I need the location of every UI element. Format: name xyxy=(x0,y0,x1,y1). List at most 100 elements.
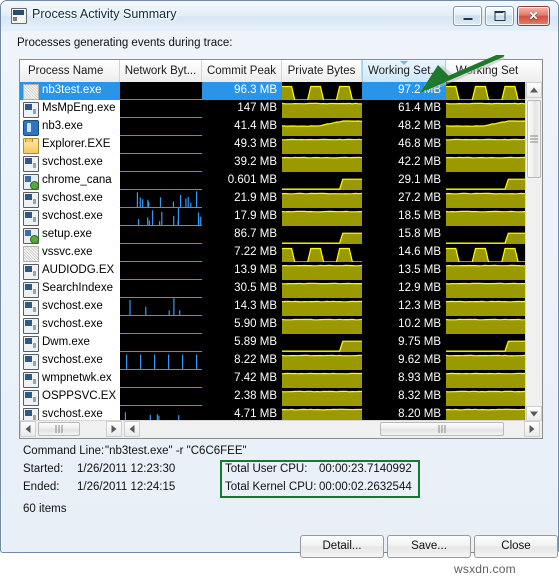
table-row[interactable]: nb3.exe41.4 MB48.2 MB xyxy=(20,118,528,136)
column-header-working-set-sorted[interactable]: Working Set... xyxy=(362,60,446,82)
commit-peak-value: 30.5 MB xyxy=(234,282,277,294)
cell-working-set-chart xyxy=(446,136,528,154)
process-name-text: Dwm.exe xyxy=(42,336,90,348)
column-header-process-name[interactable]: Process Name xyxy=(20,60,120,82)
cell-working-set-value: 42.2 MB xyxy=(362,154,446,172)
cell-private-bytes-chart xyxy=(282,262,362,280)
table-row[interactable]: wmpnetwk.ex7.42 MB8.93 MB xyxy=(20,370,528,388)
working-set-value: 48.2 MB xyxy=(398,120,441,132)
cell-commit-peak: 21.9 MB xyxy=(202,190,282,208)
table-row[interactable]: svchost.exe17.9 MB18.5 MB xyxy=(20,208,528,226)
table-row[interactable]: SearchIndexe30.5 MB12.9 MB xyxy=(20,280,528,298)
vertical-scrollbar[interactable] xyxy=(525,82,542,422)
cell-process-name: wmpnetwk.ex xyxy=(20,370,120,388)
command-line-value: "nb3test.exe" -r "C6C6FEE" xyxy=(105,445,247,457)
cell-private-bytes-chart xyxy=(282,100,362,118)
scroll-right-button-2[interactable] xyxy=(524,421,540,437)
close-button[interactable]: Close xyxy=(474,535,558,558)
app-icon xyxy=(23,282,39,298)
table-row[interactable]: setup.exe86.7 MB15.8 MB xyxy=(20,226,528,244)
table-row[interactable]: AUDIODG.EX13.9 MB13.5 MB xyxy=(20,262,528,280)
cell-working-set-value: 46.8 MB xyxy=(362,136,446,154)
cell-working-set-value: 61.4 MB xyxy=(362,100,446,118)
cell-working-set-chart xyxy=(446,118,528,136)
ended-label: Ended: xyxy=(23,481,59,493)
cell-commit-peak: 147 MB xyxy=(202,100,282,118)
commit-peak-value: 7.42 MB xyxy=(234,372,277,384)
working-set-value: 46.8 MB xyxy=(398,138,441,150)
chevron-up-icon xyxy=(530,88,538,93)
maximize-button[interactable] xyxy=(485,6,514,26)
chevron-left-icon xyxy=(130,425,135,433)
horizontal-scroll-thumb-2[interactable] xyxy=(380,422,504,436)
table-row[interactable]: svchost.exe21.9 MB27.2 MB xyxy=(20,190,528,208)
commit-peak-value: 41.4 MB xyxy=(234,120,277,132)
process-name-text: setup.exe xyxy=(42,228,92,240)
process-name-text: wmpnetwk.ex xyxy=(42,372,112,384)
horizontal-scrollbar-left[interactable] xyxy=(20,420,124,438)
app-icon xyxy=(11,8,27,24)
cell-working-set-value: 48.2 MB xyxy=(362,118,446,136)
process-name-text: svchost.exe xyxy=(42,210,103,222)
cell-network-bytes-chart xyxy=(120,118,202,136)
cell-private-bytes-chart xyxy=(282,208,362,226)
table-row[interactable]: svchost.exe39.2 MB42.2 MB xyxy=(20,154,528,172)
vertical-scroll-thumb[interactable] xyxy=(527,100,541,178)
cell-process-name: nb3test.exe xyxy=(20,82,120,100)
table-row[interactable]: svchost.exe5.90 MB10.2 MB xyxy=(20,316,528,334)
commit-peak-value: 39.2 MB xyxy=(234,156,277,168)
cell-working-set-chart xyxy=(446,82,528,100)
commit-peak-value: 21.9 MB xyxy=(234,192,277,204)
table-row[interactable]: MsMpEng.exe147 MB61.4 MB xyxy=(20,100,528,118)
total-user-cpu-value: 00:00:23.7140992 xyxy=(319,463,412,475)
cell-private-bytes-chart xyxy=(282,118,362,136)
app-icon xyxy=(23,156,39,172)
table-row[interactable]: svchost.exe14.3 MB12.3 MB xyxy=(20,298,528,316)
detail-button[interactable]: Detail... xyxy=(300,535,384,558)
total-user-cpu-label: Total User CPU: xyxy=(225,463,307,475)
cell-working-set-chart xyxy=(446,316,528,334)
cell-working-set-value: 10.2 MB xyxy=(362,316,446,334)
scroll-left-button-2[interactable] xyxy=(124,421,140,437)
commit-peak-value: 5.89 MB xyxy=(234,336,277,348)
grip-icon xyxy=(56,425,63,433)
save-button[interactable]: Save... xyxy=(387,535,471,558)
cell-network-bytes-chart xyxy=(120,280,202,298)
process-name-text: svchost.exe xyxy=(42,354,103,366)
cell-private-bytes-chart xyxy=(282,280,362,298)
working-set-value: 9.62 MB xyxy=(398,354,441,366)
cell-network-bytes-chart xyxy=(120,82,202,100)
process-activity-summary-window: Process Activity Summary ✕ Processes gen… xyxy=(0,0,559,553)
cell-commit-peak: 17.9 MB xyxy=(202,208,282,226)
table-row[interactable]: OSPPSVC.EX2.38 MB8.32 MB xyxy=(20,388,528,406)
working-set-value: 10.2 MB xyxy=(398,318,441,330)
minimize-icon xyxy=(463,18,472,20)
watermark: wsxdn.com xyxy=(454,562,516,576)
commit-peak-value: 7.22 MB xyxy=(234,246,277,258)
scroll-up-button[interactable] xyxy=(526,82,542,98)
horizontal-scrollbar-right[interactable] xyxy=(124,420,543,438)
command-line-label: Command Line: xyxy=(23,445,104,457)
cell-process-name: AUDIODG.EX xyxy=(20,262,120,280)
table-row[interactable]: svchost.exe8.22 MB9.62 MB xyxy=(20,352,528,370)
minimize-button[interactable] xyxy=(453,6,482,26)
setup-icon xyxy=(23,174,39,190)
column-header-working-set[interactable]: Working Set xyxy=(446,60,528,82)
column-header-commit-peak[interactable]: Commit Peak xyxy=(202,60,282,82)
scroll-right-button-1[interactable] xyxy=(106,421,122,437)
table-row[interactable]: Dwm.exe5.89 MB9.75 MB xyxy=(20,334,528,352)
table-row[interactable]: vssvc.exe7.22 MB14.6 MB xyxy=(20,244,528,262)
horizontal-scroll-thumb-1[interactable] xyxy=(38,422,80,436)
scroll-left-button-1[interactable] xyxy=(20,421,36,437)
process-name-text: svchost.exe xyxy=(42,192,103,204)
commit-peak-value: 147 MB xyxy=(237,102,277,114)
column-header-network-bytes[interactable]: Network Byt... xyxy=(120,60,202,82)
table-row[interactable]: nb3test.exe96.3 MB97.2 MB xyxy=(20,82,528,100)
close-window-button[interactable]: ✕ xyxy=(517,6,550,26)
process-list-grid[interactable]: Process Name Network Byt... Commit Peak … xyxy=(19,59,543,439)
working-set-value: 97.2 MB xyxy=(398,84,441,96)
column-header-private-bytes[interactable]: Private Bytes xyxy=(282,60,362,82)
table-row[interactable]: chrome_cana0.601 MB29.1 MB xyxy=(20,172,528,190)
cell-private-bytes-chart xyxy=(282,334,362,352)
table-row[interactable]: Explorer.EXE49.3 MB46.8 MB xyxy=(20,136,528,154)
